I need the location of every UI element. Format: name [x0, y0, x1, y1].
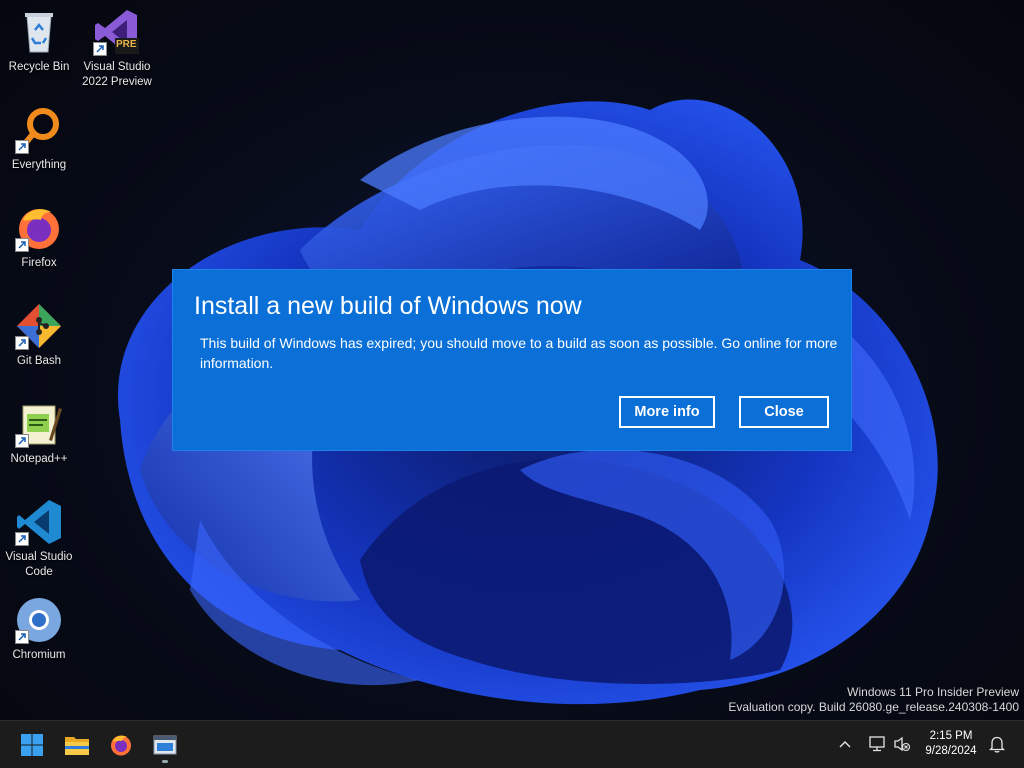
evaluation-watermark: Windows 11 Pro Insider Preview Evaluatio… [728, 685, 1019, 715]
desktop-icon-label: Visual Studio 2022 Preview [82, 61, 152, 88]
shortcut-arrow-icon [15, 630, 29, 644]
close-button[interactable]: Close [739, 396, 829, 428]
clock-date: 9/28/2024 [925, 745, 977, 757]
shortcut-arrow-icon [15, 532, 29, 546]
clock-time: 2:15 PM [929, 730, 973, 742]
volume-button[interactable] [891, 733, 913, 755]
taskbar-firefox[interactable] [103, 727, 139, 763]
app-window-icon [153, 735, 177, 755]
taskbar-app-window[interactable] [147, 727, 183, 763]
notification-bell-icon [989, 736, 1005, 753]
build-expired-dialog: Install a new build of Windows now This … [172, 269, 852, 451]
shortcut-arrow-icon [15, 238, 29, 252]
dialog-message: This build of Windows has expired; you s… [200, 335, 838, 371]
desktop-icon-chromium[interactable]: Chromium [1, 596, 77, 663]
desktop-icon-label: Notepad++ [10, 453, 68, 465]
desktop: Recycle Bin PRE Visual Studio 2022 Previ… [0, 0, 1024, 720]
more-info-button[interactable]: More info [619, 396, 715, 428]
desktop-icon-label: Everything [11, 159, 67, 171]
desktop-icon-firefox[interactable]: Firefox [1, 204, 77, 271]
network-button[interactable] [866, 733, 888, 755]
chevron-up-icon [839, 741, 851, 748]
shortcut-arrow-icon [15, 140, 29, 154]
desktop-icon-vscode[interactable]: Visual Studio Code [1, 498, 77, 580]
desktop-icon-notepad-plus-plus[interactable]: Notepad++ [1, 400, 77, 467]
desktop-icon-label: Git Bash [16, 355, 62, 367]
shortcut-arrow-icon [15, 434, 29, 448]
running-indicator [162, 760, 168, 763]
watermark-edition: Windows 11 Pro Insider Preview [847, 685, 1019, 699]
taskbar-clock[interactable]: 2:15 PM 9/28/2024 [916, 729, 986, 759]
dialog-title: Install a new build of Windows now [194, 292, 582, 320]
desktop-icon-label: Chromium [12, 649, 66, 661]
watermark-build: Evaluation copy. Build 26080.ge_release.… [728, 700, 1019, 714]
taskbar: 2:15 PM 9/28/2024 [0, 720, 1024, 768]
start-icon [21, 734, 43, 756]
preview-badge: PRE [116, 39, 137, 50]
shortcut-arrow-icon [15, 336, 29, 350]
firefox-icon [111, 735, 131, 756]
desktop-icon-recycle-bin[interactable]: Recycle Bin [1, 8, 77, 75]
desktop-icon-visual-studio[interactable]: PRE Visual Studio 2022 Preview [79, 8, 155, 90]
file-explorer-icon [65, 737, 89, 755]
taskbar-file-explorer[interactable] [59, 727, 95, 763]
desktop-icon-label: Recycle Bin [8, 61, 70, 73]
start-button[interactable] [14, 727, 50, 763]
recycle-bin-icon [25, 13, 53, 53]
notification-center-button[interactable] [986, 733, 1008, 755]
shortcut-arrow-icon [93, 42, 107, 56]
show-hidden-icons-button[interactable] [834, 733, 856, 755]
network-icon [869, 736, 885, 752]
desktop-icon-label: Firefox [21, 257, 57, 269]
desktop-icon-git-bash[interactable]: Git Bash [1, 302, 77, 369]
desktop-icon-label: Visual Studio Code [5, 551, 73, 578]
desktop-icon-everything[interactable]: Everything [1, 106, 77, 173]
volume-muted-icon [894, 736, 911, 752]
